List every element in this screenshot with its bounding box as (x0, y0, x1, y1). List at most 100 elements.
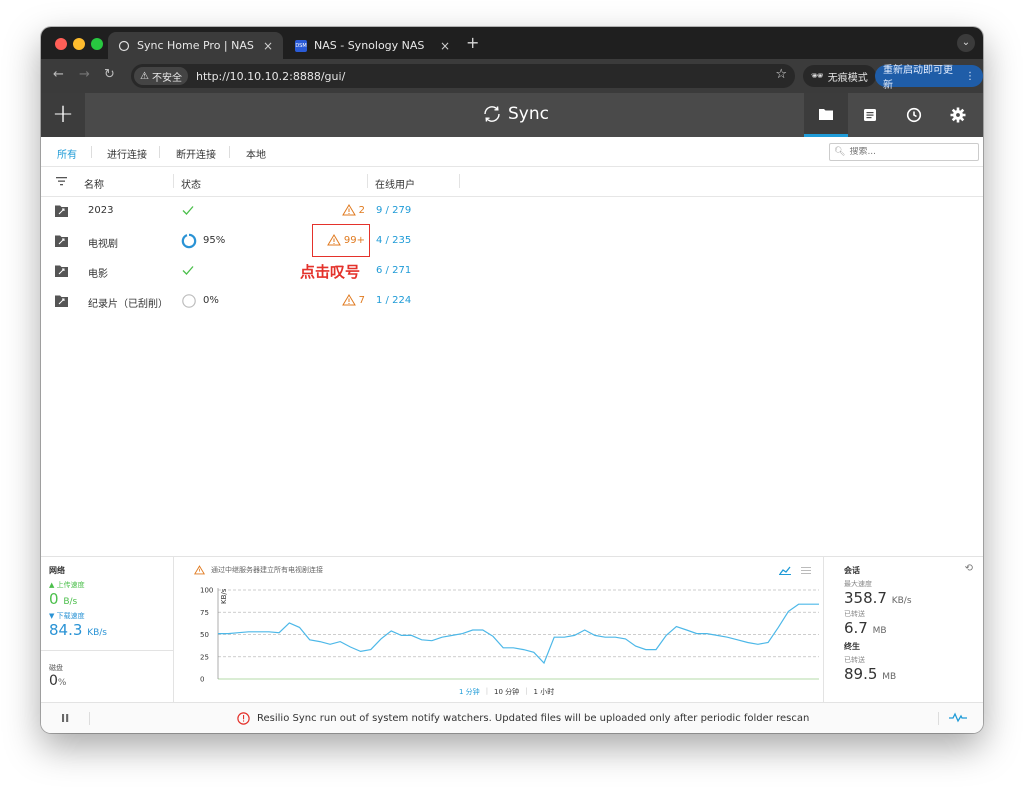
table-row[interactable]: 电影 6 / 271 (41, 257, 983, 287)
progress-ring-icon (181, 233, 197, 249)
activity-pulse-icon[interactable] (949, 711, 967, 723)
sync-percent: 0% (203, 295, 219, 306)
incognito-badge[interactable]: 🕶 无痕模式 (803, 65, 876, 87)
warning-count: 7 (358, 294, 365, 306)
column-status[interactable]: 状态 (181, 176, 201, 191)
new-tab-button[interactable]: + (466, 33, 479, 52)
disk-panel: 磁盘 0% (41, 651, 174, 703)
max-speed-unit: KB/s (891, 596, 912, 606)
reset-icon[interactable]: ⟲ (965, 563, 973, 574)
notification-message[interactable]: Resilio Sync run out of system notify wa… (237, 712, 809, 725)
tab-sync[interactable]: Sync Home Pro | NAS × (108, 32, 283, 59)
peers-count[interactable]: 1 / 224 (376, 295, 411, 306)
filter-connected[interactable]: 进行连接 (107, 146, 147, 161)
time-range-switcher: 1 分钟 | 10 分钟 | 1 小时 (459, 687, 554, 697)
filter-divider (159, 146, 160, 158)
network-title: 网络 (49, 566, 65, 575)
warning-icon: ⚠ (140, 70, 149, 82)
tab-close-button[interactable]: × (263, 39, 273, 53)
checkmark-icon (182, 206, 194, 215)
filter-local[interactable]: 本地 (246, 146, 266, 161)
column-name[interactable]: 名称 (84, 176, 104, 191)
url-text[interactable]: http://10.10.10.2:8888/gui/ (196, 70, 345, 83)
warning-count: 2 (358, 204, 365, 216)
y-tick-label: 75 (200, 609, 209, 617)
folders-button[interactable] (804, 93, 848, 137)
table-row[interactable]: 纪录片（已刮削） 0% 7 1 / 224 (41, 287, 983, 317)
tab-synology[interactable]: DSM NAS - Synology NAS × (285, 32, 460, 59)
clock-icon (906, 107, 922, 123)
pause-button[interactable]: II (61, 712, 69, 725)
history-button[interactable] (892, 93, 936, 137)
address-bar[interactable]: ⚠ 不安全 http://10.10.10.2:8888/gui/ ☆ (131, 64, 795, 88)
range-divider: | (485, 687, 489, 695)
filter-disconnected[interactable]: 断开连接 (176, 146, 216, 161)
gear-icon (950, 107, 966, 123)
incognito-label: 无痕模式 (827, 72, 868, 84)
table-row[interactable]: 电视剧 95% 99+ 4 / 235 (41, 227, 983, 257)
warning-button[interactable]: 7 (341, 294, 365, 306)
session-transferred-unit: MB (872, 626, 887, 636)
max-speed: 358.7 KB/s (844, 589, 963, 607)
lifetime-transferred-label: 已转送 (844, 656, 865, 664)
minimize-window-button[interactable] (73, 38, 85, 50)
range-1-min[interactable]: 1 分钟 (459, 687, 480, 697)
sort-icon[interactable] (56, 176, 67, 186)
warning-icon (341, 204, 356, 216)
table-header: 名称 状态 在线用户 (41, 167, 983, 197)
max-speed-label: 最大速度 (844, 580, 872, 588)
forward-icon[interactable]: → (79, 67, 90, 82)
peers-count[interactable]: 6 / 271 (376, 265, 411, 276)
session-panel: 会话 ⟲ 最大速度 358.7 KB/s 已转送 6.7 MB 终生 已转送 8… (823, 557, 983, 703)
warning-button[interactable]: 2 (341, 204, 365, 216)
lifetime-transferred-value: 89.5 (844, 665, 878, 683)
y-tick-label: 100 (200, 587, 213, 595)
speed-line-chart: 0 25 50 75 100 KB/s (200, 587, 819, 684)
bookmark-star-icon[interactable]: ☆ (775, 67, 787, 82)
peers-count[interactable]: 9 / 279 (376, 205, 411, 216)
range-10-min[interactable]: 10 分钟 (494, 687, 519, 697)
range-1-hour[interactable]: 1 小时 (534, 687, 555, 697)
tab-search-button[interactable]: ⌄ (957, 34, 975, 52)
incognito-icon: 🕶 (811, 70, 824, 82)
session-transferred-label: 已转送 (844, 610, 865, 618)
folder-name: 电影 (88, 269, 108, 280)
sync-folder-icon (55, 265, 68, 277)
network-panel: 网络 ▲ 上传速度 0 B/s ▼ 下载速度 84.3 KB/s (41, 557, 174, 651)
filter-all[interactable]: 所有 (57, 146, 77, 161)
lifetime-title: 终生 (844, 642, 860, 651)
range-divider: | (525, 687, 528, 695)
max-speed-value: 358.7 (844, 589, 887, 607)
maximize-window-button[interactable] (91, 38, 103, 50)
security-chip[interactable]: ⚠ 不安全 (134, 67, 188, 85)
peers-count[interactable]: 4 / 235 (376, 235, 411, 246)
status-bar: II Resilio Sync run out of system notify… (41, 702, 983, 733)
add-folder-button[interactable]: + (41, 93, 85, 137)
y-tick-label: 25 (200, 653, 209, 661)
search-input[interactable] (849, 147, 970, 157)
session-title: 会话 (844, 566, 860, 575)
lifetime-transferred: 89.5 MB (844, 665, 963, 683)
y-axis-label: KB/s (220, 588, 228, 604)
filter-divider (91, 146, 92, 158)
update-button[interactable]: 重新启动即可更新 ⋮ (875, 65, 983, 91)
column-peers[interactable]: 在线用户 (375, 176, 415, 191)
upload-speed: 0 B/s (49, 590, 165, 608)
reload-icon[interactable]: ↻ (104, 67, 115, 82)
search-box[interactable]: 🔍︎ (829, 143, 979, 161)
table-row[interactable]: 2023 2 9 / 279 (41, 197, 983, 227)
back-icon[interactable]: ← (53, 67, 64, 82)
annotation-highlight-box (312, 224, 370, 257)
transfers-button[interactable] (848, 93, 892, 137)
annotation-text: 点击叹号 (300, 263, 361, 281)
error-icon (237, 712, 250, 725)
close-window-button[interactable] (55, 38, 67, 50)
filter-divider (229, 146, 230, 158)
tab-close-button[interactable]: × (440, 39, 450, 53)
filter-bar: 所有 进行连接 断开连接 本地 🔍︎ (41, 137, 983, 167)
disk-usage: 0% (49, 673, 165, 689)
logo-text: Sync (508, 104, 549, 124)
upload-value: 0 (49, 590, 59, 608)
settings-button[interactable] (936, 93, 980, 137)
sync-folder-icon (55, 235, 68, 247)
